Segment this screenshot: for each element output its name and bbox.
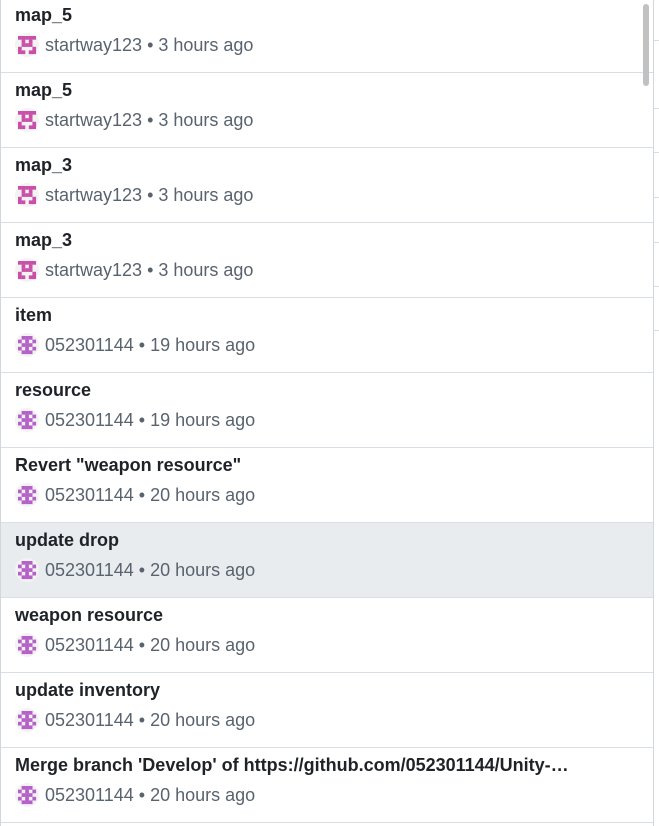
- scrollbar-thumb[interactable]: [643, 4, 649, 86]
- meta-separator: •: [138, 409, 146, 430]
- meta-separator: •: [147, 109, 154, 130]
- commit-author[interactable]: 052301144: [45, 485, 134, 506]
- meta-separator: •: [138, 334, 146, 355]
- commit-list-item[interactable]: weapon resource 052301144 • 20 hours ago: [1, 598, 653, 673]
- commit-message: map_5: [15, 5, 73, 25]
- commit-list-item[interactable]: update drop 052301144 • 20 hours ago: [1, 523, 653, 598]
- commit-message: map_3: [15, 230, 73, 250]
- 052301144-avatar-icon[interactable]: [15, 633, 39, 657]
- commit-list-item[interactable]: map_3 startway123 • 3 hours ago: [1, 148, 653, 223]
- commit-message: resource: [15, 380, 92, 400]
- commit-message: update inventory: [15, 680, 161, 700]
- commit-time: 20 hours ago: [150, 484, 256, 505]
- commit-list-item[interactable]: item 052301144 • 19 hours ago: [1, 298, 653, 373]
- commit-message: weapon resource: [15, 605, 164, 625]
- commit-author[interactable]: startway123: [45, 110, 142, 131]
- meta-separator: •: [138, 634, 146, 655]
- commit-meta: 052301144 • 19 hours ago: [15, 408, 255, 432]
- commit-time: 3 hours ago: [158, 34, 254, 55]
- commit-message: update drop: [15, 530, 119, 550]
- commit-author[interactable]: 052301144: [45, 410, 134, 431]
- commit-author[interactable]: 052301144: [45, 785, 134, 806]
- commit-meta: 052301144 • 20 hours ago: [15, 783, 255, 807]
- commit-time: 20 hours ago: [150, 634, 256, 655]
- commit-list-item[interactable]: Merge branch 'Develop' of https://github…: [1, 748, 653, 823]
- commit-meta: 052301144 • 20 hours ago: [15, 708, 255, 732]
- meta-separator: •: [138, 484, 146, 505]
- 052301144-avatar-icon[interactable]: [15, 708, 39, 732]
- commit-time: 19 hours ago: [150, 409, 256, 430]
- startway123-avatar-icon[interactable]: [15, 33, 39, 57]
- meta-separator: •: [138, 709, 146, 730]
- commit-author[interactable]: 052301144: [45, 710, 134, 731]
- startway123-avatar-icon[interactable]: [15, 183, 39, 207]
- commit-list-item[interactable]: map_5 startway123 • 3 hours ago: [1, 73, 653, 148]
- commit-meta: 052301144 • 19 hours ago: [15, 333, 255, 357]
- commit-time: 20 hours ago: [150, 709, 256, 730]
- commit-list-item[interactable]: update inventory 052301144 • 20 hours ag…: [1, 673, 653, 748]
- commit-list-item[interactable]: map_3 startway123 • 3 hours ago: [1, 223, 653, 298]
- commit-meta: startway123 • 3 hours ago: [15, 108, 253, 132]
- commit-list-item[interactable]: Revert "weapon resource" 052301144 • 20 …: [1, 448, 653, 523]
- commit-author[interactable]: startway123: [45, 35, 142, 56]
- commit-history-popover: map_5 startway123 • 3 hours ago map_5 st…: [0, 0, 654, 826]
- commit-author[interactable]: 052301144: [45, 635, 134, 656]
- commit-time: 19 hours ago: [150, 334, 256, 355]
- commit-author[interactable]: startway123: [45, 185, 142, 206]
- startway123-avatar-icon[interactable]: [15, 108, 39, 132]
- commit-time: 3 hours ago: [158, 184, 254, 205]
- commit-meta: 052301144 • 20 hours ago: [15, 558, 255, 582]
- meta-separator: •: [138, 784, 146, 805]
- commit-author[interactable]: 052301144: [45, 335, 134, 356]
- commit-message: map_5: [15, 80, 73, 100]
- meta-separator: •: [147, 259, 154, 280]
- startway123-avatar-icon[interactable]: [15, 258, 39, 282]
- commit-time: 20 hours ago: [150, 784, 256, 805]
- commit-meta: startway123 • 3 hours ago: [15, 33, 253, 57]
- commit-message: Revert "weapon resource": [15, 455, 242, 475]
- commit-message: map_3: [15, 155, 73, 175]
- commit-author[interactable]: 052301144: [45, 560, 134, 581]
- 052301144-avatar-icon[interactable]: [15, 333, 39, 357]
- 052301144-avatar-icon[interactable]: [15, 483, 39, 507]
- commit-time: 3 hours ago: [158, 109, 254, 130]
- commit-meta: 052301144 • 20 hours ago: [15, 483, 255, 507]
- commit-time: 20 hours ago: [150, 559, 256, 580]
- commit-time: 3 hours ago: [158, 259, 254, 280]
- commit-meta: startway123 • 3 hours ago: [15, 258, 253, 282]
- 052301144-avatar-icon[interactable]: [15, 558, 39, 582]
- meta-separator: •: [147, 184, 154, 205]
- commit-message: item: [15, 305, 53, 325]
- meta-separator: •: [147, 34, 154, 55]
- meta-separator: •: [138, 559, 146, 580]
- commit-meta: 052301144 • 20 hours ago: [15, 633, 255, 657]
- commit-author[interactable]: startway123: [45, 260, 142, 281]
- commit-list: map_5 startway123 • 3 hours ago map_5 st…: [1, 0, 653, 823]
- commit-message: Merge branch 'Develop' of https://github…: [15, 755, 569, 775]
- commit-meta: startway123 • 3 hours ago: [15, 183, 253, 207]
- commit-list-item[interactable]: map_5 startway123 • 3 hours ago: [1, 0, 653, 73]
- commit-list-item[interactable]: resource 052301144 • 19 hours ago: [1, 373, 653, 448]
- 052301144-avatar-icon[interactable]: [15, 408, 39, 432]
- 052301144-avatar-icon[interactable]: [15, 783, 39, 807]
